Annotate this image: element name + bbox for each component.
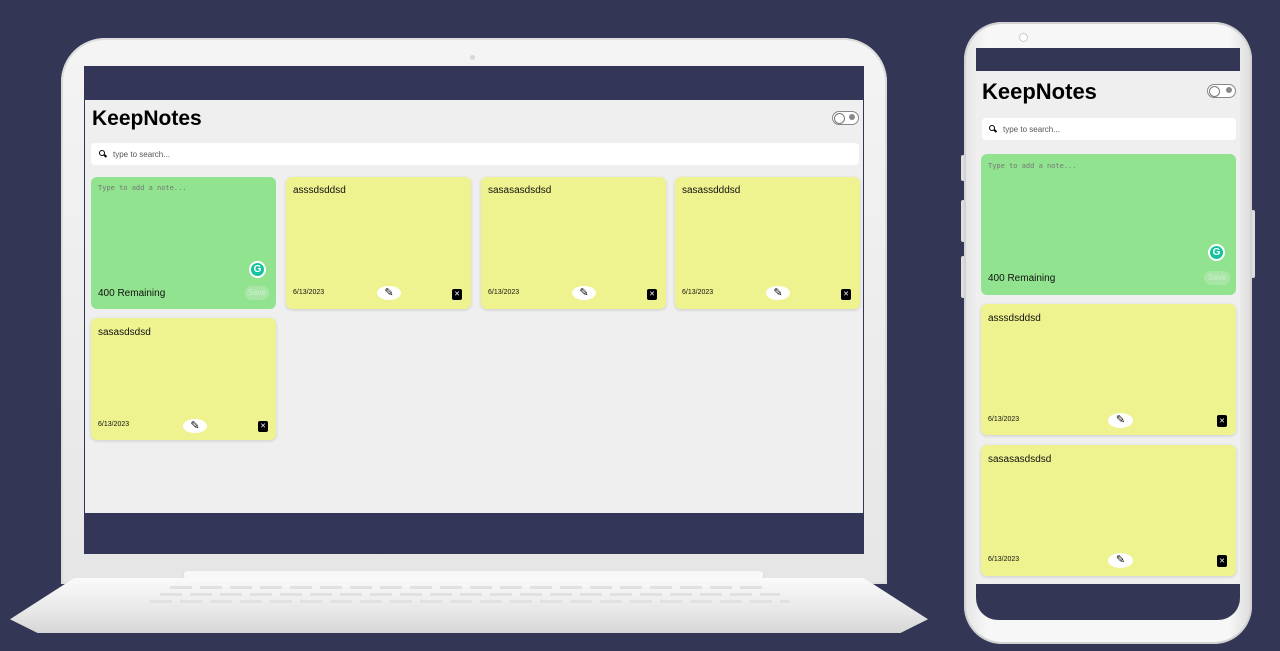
new-note-card[interactable]: Type to add a note... G 400 Remaining Sa… [91,177,276,309]
note-card: sasasdsdsd 6/13/2023 ✎ ✕ [91,318,276,440]
phone-camera [1019,33,1028,42]
search-icon [989,125,999,135]
keyboard-row [160,593,780,596]
note-text: sasassdddsd [682,185,741,196]
new-note-input[interactable]: Type to add a note... [988,162,1077,170]
note-card: sasassdddsd 6/13/2023 ✎ ✕ [675,177,860,309]
app-title: KeepNotes [92,107,202,130]
laptop-camera [470,55,475,60]
note-text: asssdsddsd [988,313,1041,324]
trash-icon[interactable]: ✕ [258,421,268,432]
moon-icon [849,114,855,120]
note-date: 6/13/2023 [988,556,1020,563]
trash-icon[interactable]: ✕ [1217,415,1227,427]
pencil-icon[interactable]: ✎ [766,286,790,300]
trash-icon[interactable]: ✕ [452,289,462,300]
toggle-knob [1209,86,1220,97]
trash-icon[interactable]: ✕ [1217,555,1227,567]
laptop-screen: KeepNotes type to search... Type to add … [84,66,864,554]
note-date: 6/13/2023 [98,421,130,428]
theme-toggle[interactable] [832,111,859,125]
note-card: sasasasdsdsd 6/13/2023 ✎ ✕ [981,445,1236,576]
new-note-card[interactable]: Type to add a note... G 400 Remaining Sa… [981,154,1236,295]
note-date: 6/13/2023 [293,289,325,296]
phone-app-window: KeepNotes type to search... Type to add … [976,71,1240,584]
moon-icon [1226,87,1232,93]
pencil-icon[interactable]: ✎ [572,286,596,300]
search-placeholder: type to search... [113,149,170,159]
laptop-app-window: KeepNotes type to search... Type to add … [85,100,863,513]
note-date: 6/13/2023 [988,416,1020,423]
note-text: sasasdsdsd [98,327,151,338]
pencil-icon[interactable]: ✎ [1108,553,1133,568]
note-card: sasasasdsdsd 6/13/2023 ✎ ✕ [481,177,666,309]
search-input[interactable]: type to search... [982,118,1236,140]
new-note-input[interactable]: Type to add a note... [98,184,187,192]
note-date: 6/13/2023 [488,289,520,296]
pencil-icon[interactable]: ✎ [1108,413,1133,428]
save-button[interactable]: Save [245,286,269,300]
pencil-icon[interactable]: ✎ [183,419,207,433]
save-button[interactable]: Save [1204,271,1230,285]
search-icon [99,150,109,160]
note-card: asssdsddsd 6/13/2023 ✎ ✕ [981,304,1236,435]
laptop-hinge [184,571,763,579]
theme-toggle[interactable] [1207,84,1236,98]
toggle-knob [834,113,845,124]
remaining-count: 400 Remaining [98,288,166,299]
grammarly-icon[interactable]: G [1208,244,1225,261]
app-title: KeepNotes [982,79,1097,104]
grammarly-icon[interactable]: G [249,261,266,278]
keyboard-row [150,600,790,603]
remaining-count: 400 Remaining [988,273,1056,284]
keyboard-row [170,586,770,589]
trash-icon[interactable]: ✕ [647,289,657,300]
phone-screen: KeepNotes type to search... Type to add … [976,48,1240,620]
note-text: asssdsddsd [293,185,346,196]
trash-icon[interactable]: ✕ [841,289,851,300]
note-text: sasasasdsdsd [988,454,1052,465]
note-card: asssdsddsd 6/13/2023 ✎ ✕ [286,177,471,309]
pencil-icon[interactable]: ✎ [377,286,401,300]
note-date: 6/13/2023 [682,289,714,296]
note-text: sasasasdsdsd [488,185,552,196]
search-input[interactable]: type to search... [91,143,859,165]
search-placeholder: type to search... [1003,124,1060,134]
